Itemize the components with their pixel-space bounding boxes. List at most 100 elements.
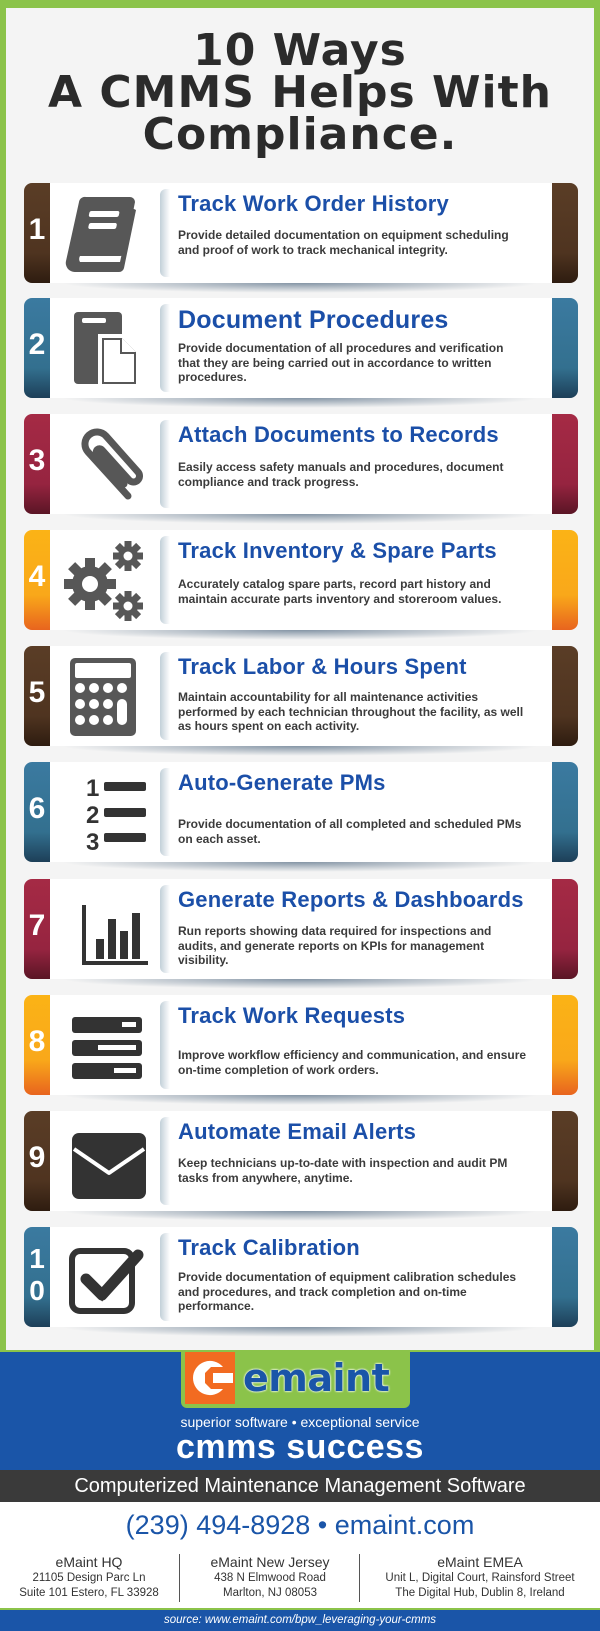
card-description: Accurately catalog spare parts, record p… xyxy=(178,577,502,606)
card-shadow xyxy=(60,862,540,872)
card-shadow xyxy=(60,283,540,293)
card-shadow xyxy=(60,1095,540,1105)
card-title: Track Inventory & Spare Parts xyxy=(178,538,497,563)
office-address-line-2: Marlton, NJ 08053 xyxy=(223,1587,317,1599)
numbered-list-icon: 1 2 3 xyxy=(58,770,148,854)
source-line: source: www.emaint.com/bpw_leveraging-yo… xyxy=(0,1610,600,1631)
card-number: 8 xyxy=(28,1025,46,1058)
source-link[interactable]: www.emaint.com/bpw_leveraging-your-cmms xyxy=(205,1614,436,1626)
card-number: 5 xyxy=(28,676,46,709)
card-title: Attach Documents to Records xyxy=(178,422,499,447)
bar-chart-icon xyxy=(58,887,148,971)
svg-text:3: 3 xyxy=(86,829,99,854)
card-right-tab xyxy=(552,762,578,862)
card-divider xyxy=(160,420,170,508)
feature-card-7: 7 Generate Reports & Dashboards Run repo… xyxy=(24,879,578,979)
feature-card-6: 6 1 2 3 Auto-Generate PMs Provide docume… xyxy=(24,762,578,862)
calculator-icon xyxy=(58,654,148,738)
card-right-tab xyxy=(552,1227,578,1327)
footer-brand-section: emaint superior software • exceptional s… xyxy=(0,1352,600,1470)
feature-card-3: 3 Attach Documents to Records Easily acc… xyxy=(24,414,578,514)
feature-card-4: 4 Track Inventory & Spare Parts Accurate… xyxy=(24,530,578,630)
card-shadow xyxy=(60,514,540,524)
title-line-2: A CMMS Helps With xyxy=(48,67,552,118)
card-number: 2 xyxy=(28,328,46,361)
card-shadow xyxy=(60,746,540,756)
card-number: 3 xyxy=(28,444,46,477)
feature-card-2: 2 Document Procedures Provide documentat… xyxy=(24,298,578,398)
feature-card-5: 5 Track Labor & Hours Spent Maintain acc… xyxy=(24,646,578,746)
title-line-3: Compliance. xyxy=(142,109,458,160)
office-address-line-1: 21105 Design Parc Ln xyxy=(32,1572,146,1584)
card-number: 7 xyxy=(28,909,46,942)
card-right-tab xyxy=(552,414,578,514)
office-emea: eMaint EMEA Unit L, Digital Court, Rains… xyxy=(360,1554,600,1601)
contact-section: (239) 494-8928 • emaint.com eMaint HQ 21… xyxy=(0,1502,600,1612)
checkbox-icon xyxy=(58,1235,148,1319)
card-title: Track Labor & Hours Spent xyxy=(178,654,467,679)
card-title: Track Calibration xyxy=(178,1235,360,1260)
office-address-line-2: Suite 101 Estero, FL 33928 xyxy=(19,1587,159,1599)
card-description: Provide documentation of equipment calib… xyxy=(178,1270,517,1313)
feature-card-9: 9 Automate Email Alerts Keep technicians… xyxy=(24,1111,578,1211)
card-description: Run reports showing data required for in… xyxy=(178,924,492,967)
card-divider xyxy=(160,1233,170,1321)
card-description: Maintain accountability for all maintena… xyxy=(178,690,524,733)
paperclip-icon xyxy=(58,422,148,506)
feature-card-8: 8 Track Work Requests Improve workflow e… xyxy=(24,995,578,1095)
card-title: Automate Email Alerts xyxy=(178,1119,417,1144)
card-number: 6 xyxy=(28,792,46,825)
card-divider xyxy=(160,189,170,277)
card-shadow xyxy=(60,630,540,640)
gears-icon xyxy=(58,538,148,622)
office-address-line-1: Unit L, Digital Court, Rainsford Street xyxy=(385,1572,575,1584)
card-title: Document Procedures xyxy=(178,306,449,334)
office-address-line-1: 438 N Elmwood Road xyxy=(214,1572,326,1584)
feature-card-1: 1 Track Work Order History Provide detai… xyxy=(24,183,578,283)
office-name: eMaint EMEA xyxy=(437,1554,523,1570)
card-right-tab xyxy=(552,1111,578,1211)
card-right-tab xyxy=(552,298,578,398)
card-divider xyxy=(160,304,170,392)
card-description: Provide documentation of all procedures … xyxy=(178,341,504,384)
card-title: Generate Reports & Dashboards xyxy=(178,887,524,912)
wrench-icon xyxy=(185,1352,235,1404)
card-divider xyxy=(160,536,170,624)
office-name: eMaint New Jersey xyxy=(210,1554,330,1570)
card-right-tab xyxy=(552,646,578,746)
documents-icon xyxy=(58,306,148,390)
card-description: Provide documentation of all completed a… xyxy=(178,817,522,846)
svg-text:2: 2 xyxy=(86,802,99,829)
card-divider xyxy=(160,885,170,973)
title-line-1: 10 Ways xyxy=(193,25,407,76)
card-right-tab xyxy=(552,879,578,979)
svg-text:1: 1 xyxy=(86,775,99,802)
card-number-bottom: 0 xyxy=(29,1275,45,1306)
emaint-logo[interactable]: emaint xyxy=(181,1352,410,1408)
card-number-top: 1 xyxy=(29,1243,45,1274)
card-right-tab xyxy=(552,183,578,283)
card-right-tab xyxy=(552,995,578,1095)
product-banner: Computerized Maintenance Management Soft… xyxy=(0,1470,600,1502)
card-shadow xyxy=(60,1327,540,1337)
slogan: cmms success xyxy=(176,1428,424,1466)
card-description: Improve workflow efficiency and communic… xyxy=(178,1048,527,1077)
source-label: source: xyxy=(163,1614,202,1626)
card-title: Auto-Generate PMs xyxy=(178,770,386,795)
feature-card-10: 1 0 Track Calibration Provide documentat… xyxy=(24,1227,578,1327)
contact-line[interactable]: (239) 494-8928 • emaint.com xyxy=(0,1510,600,1541)
server-list-icon xyxy=(58,1003,148,1087)
card-shadow xyxy=(60,979,540,989)
page-title: 10 Ways A CMMS Helps With Compliance. xyxy=(0,25,600,160)
card-number: 1 xyxy=(28,213,46,246)
office-hq: eMaint HQ 21105 Design Parc Ln Suite 101… xyxy=(0,1554,178,1601)
card-divider xyxy=(160,652,170,740)
card-right-tab xyxy=(552,530,578,630)
office-address-line-2: The Digital Hub, Dublin 8, Ireland xyxy=(395,1587,565,1599)
envelope-icon xyxy=(58,1119,148,1203)
card-divider xyxy=(160,1117,170,1205)
card-number: 9 xyxy=(28,1141,46,1174)
card-divider xyxy=(160,1001,170,1089)
card-number: 4 xyxy=(28,560,46,593)
card-description: Easily access safety manuals and procedu… xyxy=(178,460,504,489)
